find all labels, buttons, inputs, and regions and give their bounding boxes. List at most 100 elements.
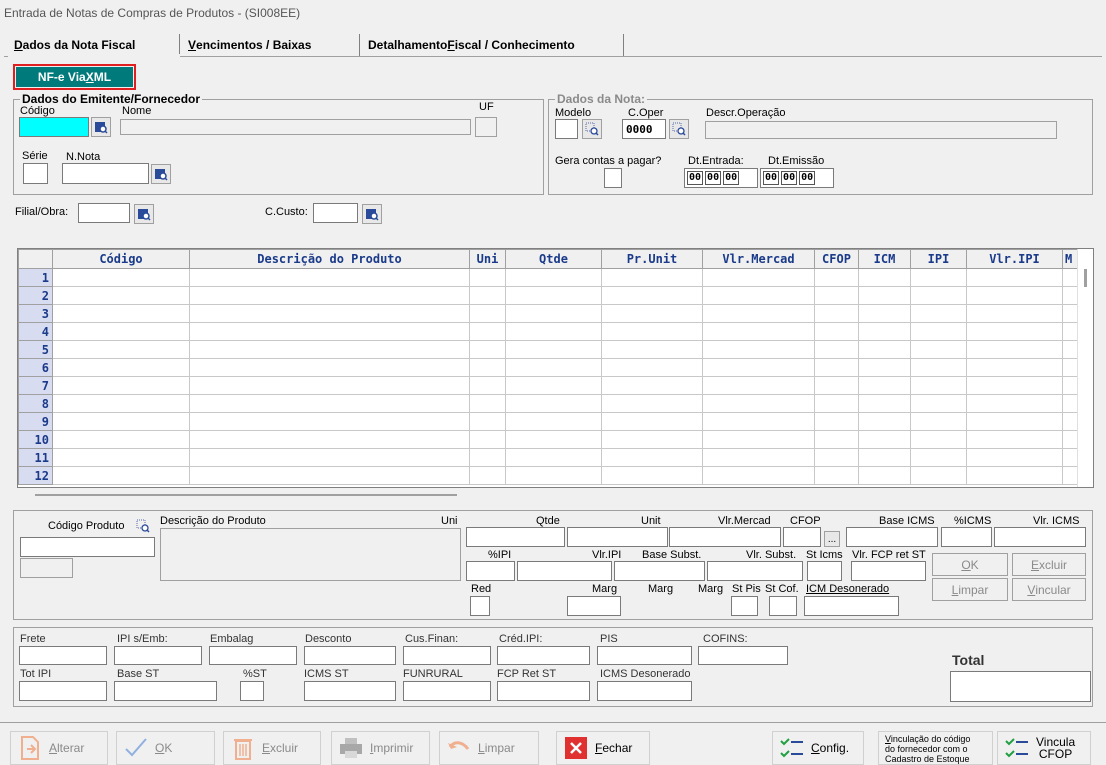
modelo-input[interactable] (555, 119, 578, 139)
alterar-button[interactable]: Alterar (10, 731, 108, 765)
icm-desonerado-input[interactable] (804, 596, 899, 616)
table-row[interactable]: 11 (18, 448, 1093, 467)
grid-cell[interactable] (469, 322, 506, 341)
grid-cell[interactable] (966, 430, 1063, 449)
grid-cell[interactable] (910, 286, 967, 305)
grid-cell[interactable] (966, 412, 1063, 431)
stpis-input[interactable] (731, 596, 758, 616)
ipiemb-input[interactable] (114, 646, 202, 665)
tab-detalhamento-fiscal[interactable]: Detalhamento Fiscal / Conhecimento (362, 34, 624, 56)
grid-cell[interactable] (505, 412, 602, 431)
icm-desonerado-label[interactable]: ICM Desonerado (806, 583, 889, 595)
grid-cell[interactable] (601, 358, 703, 377)
grid-scroll-thumb[interactable] (1084, 269, 1087, 287)
grid-cell[interactable] (601, 304, 703, 323)
grid-cell[interactable] (189, 448, 470, 467)
grid-cell[interactable] (601, 286, 703, 305)
grid-cell[interactable] (189, 430, 470, 449)
col-descricao[interactable]: Descrição do Produto (189, 249, 470, 269)
vlrsubst-input[interactable] (707, 561, 803, 581)
col-ipi[interactable]: IPI (910, 249, 967, 269)
excluir-button[interactable]: Excluir (223, 731, 321, 765)
grid-cell[interactable] (966, 358, 1063, 377)
table-row[interactable]: 4 (18, 322, 1093, 341)
grid-cell[interactable] (505, 430, 602, 449)
grid-cell[interactable] (910, 322, 967, 341)
grid-cell[interactable] (814, 412, 859, 431)
grid-cell[interactable] (858, 322, 911, 341)
grid-cell[interactable] (505, 448, 602, 467)
col-cfop[interactable]: CFOP (814, 249, 859, 269)
limpar-button[interactable]: Limpar (439, 731, 539, 765)
ccusto-input[interactable] (313, 203, 358, 223)
config-button[interactable]: Config. (772, 731, 864, 765)
grid-cell[interactable] (189, 268, 470, 287)
grid-cell[interactable] (505, 340, 602, 359)
totipi-input[interactable] (19, 681, 107, 701)
grid-cell[interactable] (814, 268, 859, 287)
grid-cell[interactable] (702, 376, 815, 395)
grid-cell[interactable] (189, 322, 470, 341)
grid-cell[interactable] (469, 466, 506, 485)
grid-cell[interactable] (52, 376, 190, 395)
col-icm[interactable]: ICM (858, 249, 911, 269)
grid-cell[interactable] (858, 412, 911, 431)
funrural-input[interactable] (403, 681, 491, 701)
red-input[interactable] (470, 596, 490, 616)
grid-cell[interactable] (601, 268, 703, 287)
codigo-lookup-button[interactable] (91, 117, 111, 137)
grid-cell[interactable] (469, 286, 506, 305)
grid-cell[interactable] (966, 466, 1063, 485)
icmsst-input[interactable] (304, 681, 396, 701)
grid-cell[interactable] (858, 340, 911, 359)
grid-cell[interactable] (505, 376, 602, 395)
grid-cell[interactable] (189, 304, 470, 323)
grid-cell[interactable] (814, 286, 859, 305)
grid-vertical-scrollbar[interactable] (1077, 249, 1093, 487)
grid-cell[interactable] (910, 448, 967, 467)
grid-cell[interactable] (469, 340, 506, 359)
grid-cell[interactable] (469, 430, 506, 449)
grid-cell[interactable] (601, 430, 703, 449)
imprimir-button[interactable]: Imprimir (331, 731, 430, 765)
grid-cell[interactable] (966, 268, 1063, 287)
col-prunit[interactable]: Pr.Unit (601, 249, 703, 269)
grid-cell[interactable] (505, 322, 602, 341)
grid-cell[interactable] (814, 322, 859, 341)
table-row[interactable]: 9 (18, 412, 1093, 431)
grid-cell[interactable] (52, 448, 190, 467)
basest-input[interactable] (114, 681, 217, 701)
table-row[interactable]: 5 (18, 340, 1093, 359)
grid-cell[interactable] (814, 394, 859, 413)
detail-vincular-button[interactable]: Vincular (1012, 578, 1086, 601)
grid-cell[interactable] (910, 268, 967, 287)
grid-cell[interactable] (858, 304, 911, 323)
codigo-produto-lookup-button[interactable] (133, 516, 153, 536)
grid-cell[interactable] (814, 358, 859, 377)
vincula-cfop-button[interactable]: Vincula CFOP (997, 731, 1091, 765)
grid-cell[interactable] (601, 376, 703, 395)
grid-cell[interactable] (702, 412, 815, 431)
table-row[interactable]: 10 (18, 430, 1093, 449)
uni-qtde-input[interactable] (466, 527, 565, 547)
grid-cell[interactable] (601, 448, 703, 467)
sticms-input[interactable] (807, 561, 842, 581)
detail-ok-button[interactable]: OK (932, 553, 1008, 576)
detail-limpar-button[interactable]: Limpar (932, 578, 1008, 601)
pst-input[interactable] (240, 681, 264, 701)
fcpretst-input[interactable] (497, 681, 590, 701)
grid-cell[interactable] (814, 304, 859, 323)
grid-cell[interactable] (702, 286, 815, 305)
vlricms-input[interactable] (994, 527, 1086, 547)
grid-cell[interactable] (966, 304, 1063, 323)
basesubst-input[interactable] (614, 561, 705, 581)
grid-cell[interactable] (966, 322, 1063, 341)
grid-cell[interactable] (189, 340, 470, 359)
grid-cell[interactable] (52, 340, 190, 359)
grid-cell[interactable] (469, 412, 506, 431)
frete-input[interactable] (19, 646, 107, 665)
col-codigo[interactable]: Código (52, 249, 190, 269)
col-vlripi[interactable]: Vlr.IPI (966, 249, 1063, 269)
grid-cell[interactable] (52, 286, 190, 305)
nnota-lookup-button[interactable] (151, 164, 171, 184)
